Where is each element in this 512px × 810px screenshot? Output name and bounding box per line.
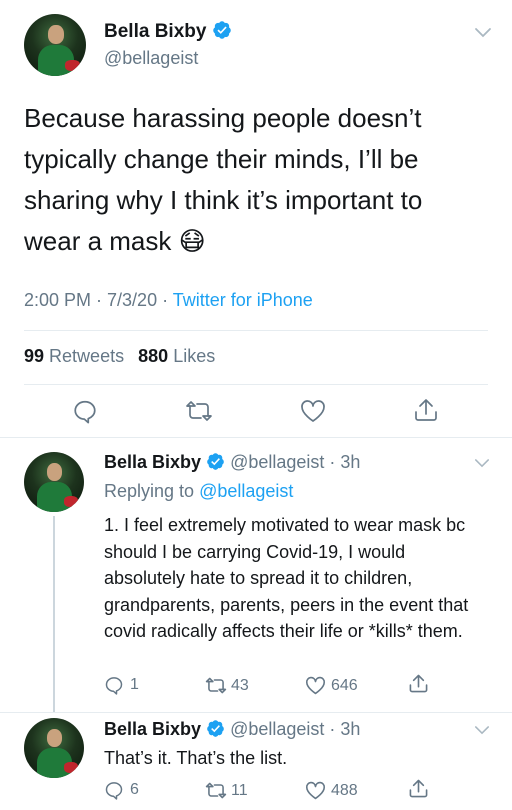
engagement-stats: 99 Retweets 880 Likes: [24, 346, 215, 367]
like-action[interactable]: 646: [305, 676, 358, 695]
like-count: 488: [331, 781, 358, 799]
like-action[interactable]: 488: [305, 781, 358, 800]
reply-action[interactable]: 6: [104, 780, 139, 800]
handle-time[interactable]: @bellageist · 3h: [230, 719, 360, 739]
divider: [0, 437, 512, 438]
handle-time[interactable]: @bellageist · 3h: [230, 452, 360, 472]
like-count: 646: [331, 676, 358, 694]
reply-action[interactable]: 1: [104, 675, 139, 695]
retweet-count: 11: [231, 781, 248, 799]
tweet-text-body: Because harassing people doesn’t typical…: [24, 103, 423, 256]
retweets-label[interactable]: Retweets: [49, 346, 124, 366]
thread-line: [53, 516, 55, 712]
author-name-text: Bella Bixby: [104, 21, 207, 42]
reply-icon: [104, 675, 124, 695]
reply-text: 1. I feel extremely motivated to wear ma…: [104, 515, 469, 641]
retweets-count[interactable]: 99: [24, 346, 44, 366]
replying-to: Replying to @bellageist: [104, 481, 293, 502]
source-link[interactable]: Twitter for iPhone: [173, 290, 313, 310]
share-icon[interactable]: [408, 673, 429, 694]
avatar[interactable]: [24, 718, 84, 778]
retweet-icon[interactable]: [185, 399, 213, 423]
chevron-down-icon[interactable]: [474, 723, 490, 741]
verified-badge-icon: [206, 452, 225, 476]
reply-icon[interactable]: [72, 398, 98, 424]
chevron-down-icon[interactable]: [474, 26, 492, 44]
reply-count: 6: [130, 781, 139, 798]
likes-label[interactable]: Likes: [173, 346, 215, 366]
author-name[interactable]: Bella Bixby: [104, 20, 232, 46]
share-icon[interactable]: [413, 397, 439, 423]
retweet-action[interactable]: 43: [205, 676, 249, 695]
author-handle[interactable]: @bellageist: [104, 48, 198, 69]
verified-badge-icon: [212, 20, 232, 46]
reply-header: Bella Bixby @bellageist · 3h: [104, 452, 360, 476]
chevron-down-icon[interactable]: [474, 456, 490, 474]
timestamp-text: 2:00 PM · 7/3/20 ·: [24, 290, 173, 310]
share-icon[interactable]: [408, 778, 429, 799]
avatar[interactable]: [24, 452, 84, 512]
divider: [24, 384, 488, 385]
author-name[interactable]: Bella Bixby: [104, 452, 201, 472]
likes-count[interactable]: 880: [138, 346, 168, 366]
replying-to-link[interactable]: @bellageist: [199, 481, 293, 501]
reply-count: 1: [130, 676, 139, 693]
like-icon: [305, 676, 326, 695]
retweet-count: 43: [231, 676, 249, 694]
like-icon: [305, 781, 326, 800]
retweet-icon: [205, 781, 227, 800]
author-name[interactable]: Bella Bixby: [104, 719, 201, 739]
replying-to-label: Replying to: [104, 481, 200, 501]
retweet-action[interactable]: 11: [205, 781, 248, 800]
retweet-icon: [205, 676, 227, 695]
tweet-text: Because harassing people doesn’t typical…: [24, 98, 484, 262]
divider: [24, 330, 488, 331]
avatar[interactable]: [24, 14, 86, 76]
verified-badge-icon: [206, 719, 225, 743]
divider: [0, 712, 512, 713]
reply-icon: [104, 780, 124, 800]
tweet-timestamp: 2:00 PM · 7/3/20 · Twitter for iPhone: [24, 290, 313, 311]
mask-emoji: 😷: [178, 226, 206, 256]
reply-text: That’s it. That’s the list.: [104, 748, 288, 768]
reply-header: Bella Bixby @bellageist · 3h: [104, 719, 360, 743]
like-icon[interactable]: [300, 399, 326, 423]
